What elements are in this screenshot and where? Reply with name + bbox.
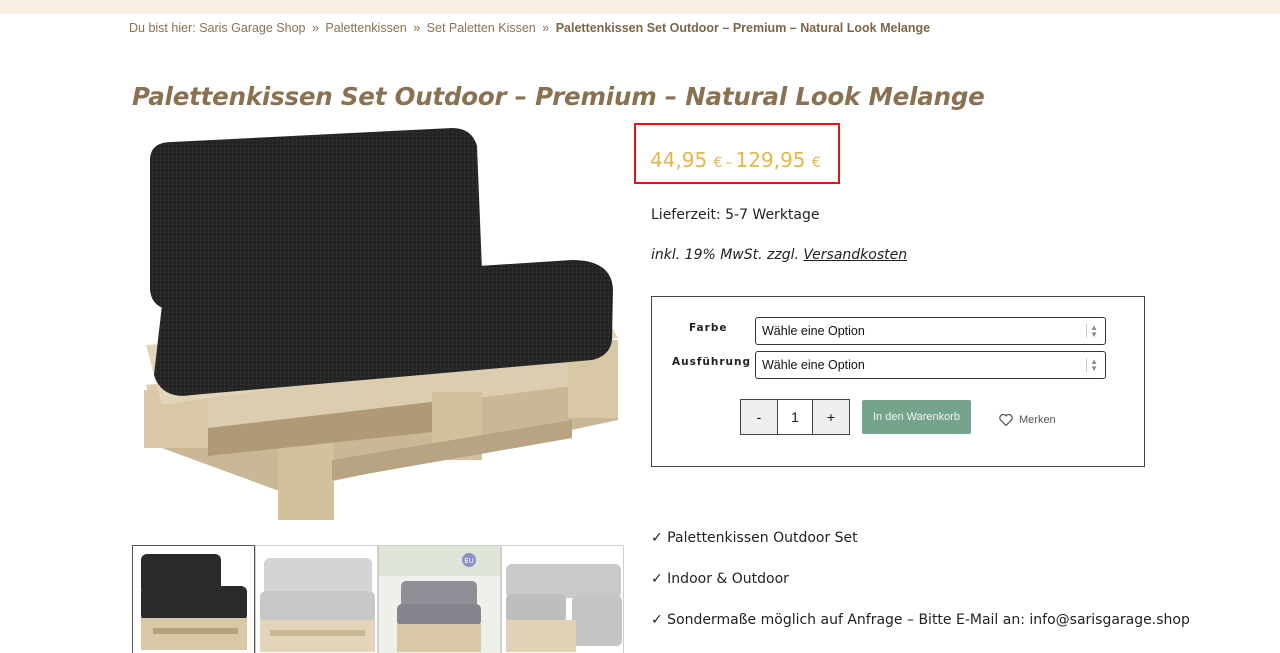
currency-symbol: € xyxy=(713,155,723,171)
eu-badge: EU xyxy=(464,557,474,565)
price-min: 44,95 xyxy=(650,148,708,172)
quantity-plus-button[interactable]: + xyxy=(813,400,849,434)
wishlist-button[interactable]: Merken xyxy=(999,414,1056,426)
color-select[interactable]: Wähle eine Option ▲ ▼ xyxy=(755,317,1106,345)
tax-info: inkl. 19% MwSt. zzgl. Versandkosten xyxy=(651,247,907,263)
color-label: Farbe xyxy=(689,322,728,334)
thumbnail-black-sofa[interactable] xyxy=(132,545,255,653)
variant-select[interactable]: Wähle eine Option ▲ ▼ xyxy=(755,351,1106,379)
feature-item: ✓ Palettenkissen Outdoor Set xyxy=(651,530,858,546)
feature-item: ✓ Sondermaße möglich auf Anfrage – Bitte… xyxy=(651,612,1190,628)
heart-icon xyxy=(999,414,1013,426)
price-range: 44,95 € –129,95 € xyxy=(650,148,821,172)
breadcrumb-current: Palettenkissen Set Outdoor – Premium – N… xyxy=(555,21,931,35)
quantity-input[interactable]: 1 xyxy=(777,400,813,434)
price-max: 129,95 xyxy=(735,148,806,172)
variant-label: Ausführung xyxy=(672,356,752,368)
thumbnail-grey-sofa[interactable] xyxy=(255,545,378,653)
breadcrumb-prefix: Du bist hier: xyxy=(129,21,196,35)
product-title: Palettenkissen Set Outdoor – Premium – N… xyxy=(132,82,985,111)
currency-symbol: € xyxy=(811,155,821,171)
breadcrumb-link-palettenkissen[interactable]: Palettenkissen xyxy=(325,21,406,35)
select-arrows-icon: ▲ ▼ xyxy=(1086,358,1098,373)
breadcrumb-separator: » xyxy=(542,21,550,35)
add-to-cart-button[interactable]: In den Warenkorb xyxy=(862,400,971,434)
shipping-cost-link[interactable]: Versandkosten xyxy=(803,247,907,263)
price-dash: – xyxy=(725,155,733,171)
product-main-image[interactable] xyxy=(132,120,624,530)
thumbnail-gallery: EU xyxy=(132,545,626,653)
variant-select-value: Wähle eine Option xyxy=(762,358,865,372)
breadcrumb-separator: » xyxy=(413,21,421,35)
quantity-stepper: - 1 + xyxy=(740,399,850,435)
quantity-minus-button[interactable]: - xyxy=(741,400,777,434)
breadcrumb-link-set[interactable]: Set Paletten Kissen xyxy=(427,21,536,35)
tax-text: inkl. 19% MwSt. zzgl. xyxy=(651,247,799,263)
select-arrows-icon: ▲ ▼ xyxy=(1086,324,1098,339)
wishlist-label: Merken xyxy=(1019,414,1056,426)
thumbnail-grey-sofa-outdoor[interactable]: EU xyxy=(378,545,501,653)
top-strip xyxy=(0,0,1280,14)
breadcrumb: Du bist hier: Saris Garage Shop » Palett… xyxy=(129,21,930,35)
feature-item: ✓ Indoor & Outdoor xyxy=(651,571,789,587)
color-select-value: Wähle eine Option xyxy=(762,324,865,338)
delivery-time: Lieferzeit: 5-7 Werktage xyxy=(651,207,820,223)
breadcrumb-link-home[interactable]: Saris Garage Shop xyxy=(199,21,305,35)
variation-form: Farbe Wähle eine Option ▲ ▼ Ausführung Wä… xyxy=(651,296,1145,467)
breadcrumb-separator: » xyxy=(311,21,319,35)
thumbnail-grey-corner-sofa[interactable] xyxy=(501,545,624,653)
